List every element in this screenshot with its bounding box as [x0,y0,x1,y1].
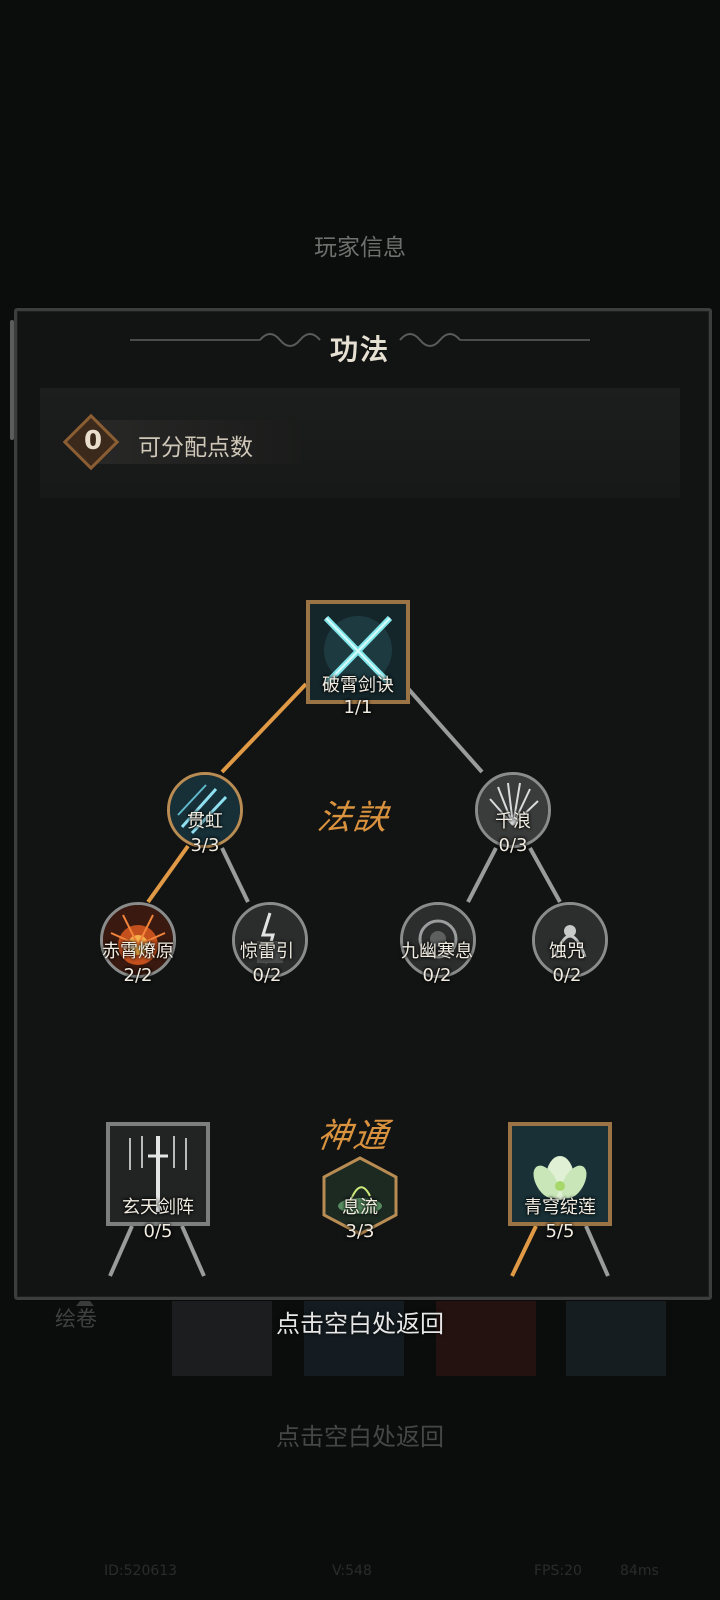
skill-node-root-level: 1/1 [343,697,373,718]
skill-node-jiuyou-level: 0/2 [422,965,452,986]
skill-node-qingqiong-level: 5/5 [545,1221,575,1242]
section-label-fajue: 法訣 [314,798,393,838]
skill-node-qianlang-name: 千浪 [495,811,531,832]
skill-node-qianlang-level: 0/3 [498,835,528,856]
skill-node-root-name: 破霄剑诀 [322,675,394,696]
stat-id: ID:520613 [104,1563,178,1579]
skill-node-qingqiong-name: 青穹绽莲 [524,1197,596,1218]
skill-node-xuantian-name: 玄天剑阵 [122,1197,194,1218]
skill-node-guanhong-name: 贯虹 [187,811,223,832]
stat-fps: FPS:20 [534,1563,582,1579]
skill-node-chixiao-level: 2/2 [123,965,153,986]
skill-node-xiliu-level: 3/3 [345,1221,375,1242]
stat-ping: 84ms [620,1563,659,1579]
background-return-hint: 点击空白处返回 [276,1423,444,1451]
skill-node-xuantian-level: 0/5 [143,1221,173,1242]
skill-node-xiliu-name: 息流 [342,1197,378,1218]
return-hint[interactable]: 点击空白处返回 [0,1304,720,1339]
skill-node-guanhong-level: 3/3 [190,835,220,856]
skill-node-jingleiyin-level: 0/2 [252,965,282,986]
skill-node-chixiao-name: 赤霄燎原 [102,941,174,962]
skill-node-jiuyou-name: 九幽寒息 [401,941,473,962]
stat-version: V:548 [332,1563,372,1579]
skill-node-jingleiyin-name: 惊雷引 [240,941,294,962]
skill-node-shizhou-level: 0/2 [552,965,582,986]
section-label-shentong: 神通 [314,1116,393,1156]
skill-node-shizhou-name: 蚀咒 [549,941,585,962]
